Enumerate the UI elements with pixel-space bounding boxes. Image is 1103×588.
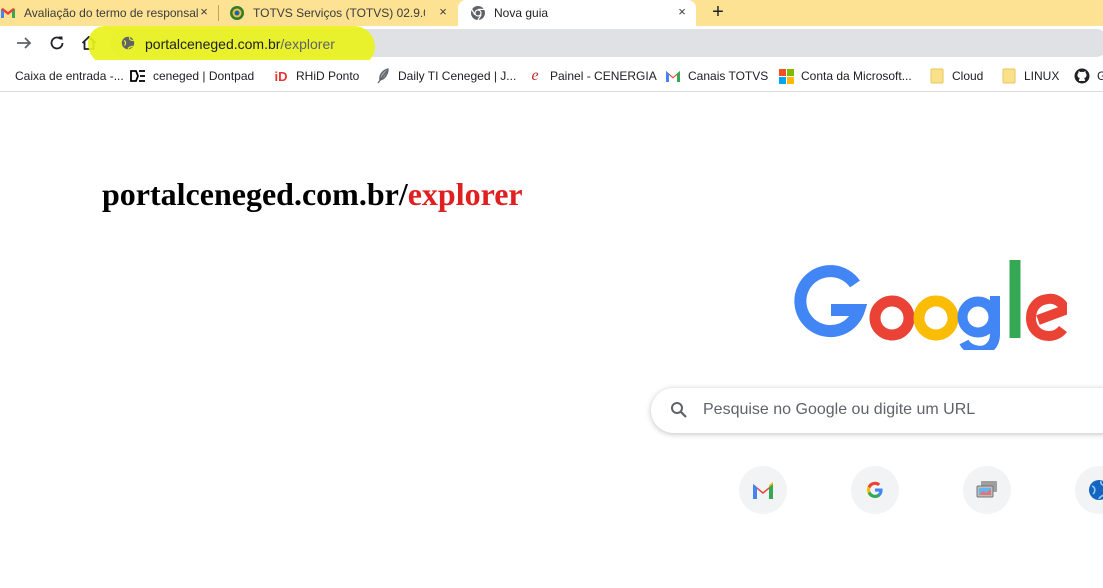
google-icon [867,481,883,498]
bookmark-label: ceneged | Dontpad [153,69,255,83]
search-icon [671,402,687,418]
chrome-icon [470,5,486,21]
bookmark-label: G [1097,69,1103,83]
dontpad-icon [130,68,146,84]
bookmark-daily-ti[interactable]: Daily TI Ceneged | J... [375,67,516,85]
tab-totvs[interactable]: TOTVS Serviços (TOTVS) 02.9.009 × [219,0,457,26]
bookmark-label: Canais TOTVS [688,69,769,83]
tab-avaliacao[interactable]: Avaliação do termo de responsal × [0,0,218,26]
cenergia-icon: e [531,67,539,84]
bookmark-rhid-ponto[interactable]: iD RHiD Ponto [273,67,360,85]
bookmark-conta-microsoft[interactable]: Conta da Microsoft... [778,67,912,85]
logo-letter-e [1025,293,1067,342]
url-path: /explorer [280,36,335,52]
tab-nova-guia[interactable]: Nova guia × [458,0,696,26]
bookmark-painel-cenergia[interactable]: e Painel - CENERGIA [527,67,657,85]
annotation-host-text: portalceneged.com.br/ [102,176,408,212]
tab-title: TOTVS Serviços (TOTVS) 02.9.009 [253,6,425,20]
annotation-heading: portalceneged.com.br/explorer [102,176,523,213]
url-text[interactable]: portalceneged.com.br/explorer [145,36,335,52]
close-icon[interactable]: × [196,4,212,20]
bookmark-github[interactable]: G [1074,67,1103,85]
bookmarks-bar: Caixa de entrada -... ceneged | Dontpad … [0,60,1103,92]
folder-icon [929,68,945,84]
logo-letter-g [794,265,868,338]
github-icon [1074,68,1090,84]
remote-desktop-icon [976,481,997,498]
bookmark-label: LINUX [1024,69,1060,83]
globe-icon [1089,480,1103,500]
new-tab-button[interactable]: + [706,2,730,24]
close-icon[interactable]: × [674,4,690,20]
shortcut-remote-desktop[interactable] [963,466,1011,514]
annotation-path-text: explorer [407,176,523,212]
google-logo [794,260,1067,350]
bookmark-caixa-de-entrada[interactable]: Caixa de entrada -... [0,67,124,85]
globe-icon[interactable] [121,36,135,50]
gmail-icon [0,5,16,21]
bookmark-label: Conta da Microsoft... [801,69,912,83]
reload-icon [50,36,64,50]
bookmark-label: RHiD Ponto [296,69,360,83]
tab-title: Avaliação do termo de responsal [24,6,199,20]
logo-letter-o [913,295,959,341]
close-icon[interactable]: × [435,4,451,20]
bookmark-dontpad[interactable]: ceneged | Dontpad [130,67,254,85]
bookmark-label: Caixa de entrada -... [15,69,124,83]
shortcut-globe[interactable] [1075,466,1103,514]
shortcut-google[interactable] [851,466,899,514]
search-input-placeholder: Pesquise no Google ou digite um URL [703,401,976,418]
totvs-icon [229,5,245,21]
toolbar: portalceneged.com.br/explorer [0,26,1103,66]
gmail-icon [0,68,8,84]
rhid-icon: iD [274,68,288,84]
gmail-icon [665,68,681,84]
bookmark-canais-totvs[interactable]: Canais TOTVS [665,67,768,85]
arrow-right-icon [17,37,32,49]
tab-title: Nova guia [494,6,549,20]
tab-strip: Avaliação do termo de responsal × TOTVS … [0,0,1103,26]
forward-button[interactable] [12,31,36,55]
gmail-icon [753,482,773,499]
folder-icon [1001,68,1017,84]
url-host: portalceneged.com.br [145,36,281,52]
bookmark-folder-cloud[interactable]: Cloud [929,67,983,85]
reload-button[interactable] [45,31,69,55]
logo-letter-o [869,295,915,341]
logo-letter-g [957,296,999,338]
bookmark-label: Daily TI Ceneged | J... [398,69,517,83]
microsoft-icon [778,68,794,84]
bookmark-label: Cloud [952,69,984,83]
feather-icon [375,68,391,84]
google-search-box[interactable]: Pesquise no Google ou digite um URL [651,388,1103,433]
shortcut-gmail[interactable] [739,466,787,514]
bookmark-folder-linux[interactable]: LINUX [1001,67,1059,85]
bookmark-label: Painel - CENERGIA [550,69,657,83]
